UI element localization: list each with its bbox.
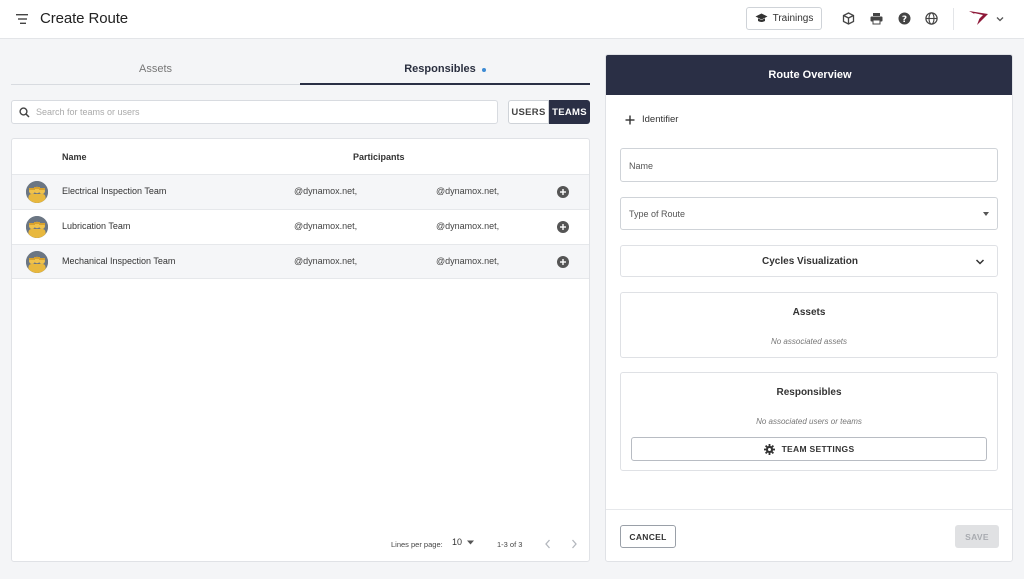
team-name: Electrical Inspection Team — [62, 186, 167, 196]
team-name: Mechanical Inspection Team — [62, 256, 176, 266]
team-settings-label: TEAM SETTINGS — [781, 444, 855, 454]
assets-empty-message: No associated assets — [770, 337, 848, 346]
team-avatar — [26, 251, 48, 273]
caret-down-icon — [467, 537, 475, 547]
lines-per-page-select[interactable]: 10 — [452, 537, 475, 547]
cancel-button[interactable]: CANCEL — [620, 525, 676, 548]
column-header-participants: Participants — [353, 152, 405, 162]
add-team-button[interactable] — [557, 256, 569, 268]
add-identifier-button[interactable]: Identifier — [625, 114, 678, 125]
name-input[interactable] — [629, 159, 989, 173]
svg-text:?: ? — [901, 14, 906, 24]
users-toggle[interactable]: USERS — [508, 100, 549, 124]
divider — [953, 8, 954, 30]
plus-icon — [560, 189, 566, 195]
menu-icon[interactable] — [16, 12, 29, 26]
previous-page-icon[interactable] — [543, 538, 553, 550]
search-input[interactable] — [36, 104, 486, 120]
chevron-down-icon[interactable] — [995, 13, 1005, 23]
pagination-range: 1-3 of 3 — [497, 540, 523, 549]
participant: @dynamox.net, — [294, 256, 358, 266]
route-overview-panel: Route Overview Identifier Type of Route … — [605, 54, 1013, 562]
save-button[interactable]: SAVE — [955, 525, 999, 548]
assets-section: Assets No associated assets — [620, 292, 998, 358]
table-row[interactable]: Lubrication Team @dynamox.net, @dynamox.… — [12, 209, 589, 244]
page-title: Create Route — [40, 10, 129, 27]
divider — [606, 509, 1012, 510]
gear-icon — [763, 443, 775, 455]
responsibles-title: Responsibles — [776, 387, 842, 398]
plus-icon — [560, 224, 566, 230]
add-team-button[interactable] — [557, 186, 569, 198]
participant: @dynamox.net, — [294, 221, 358, 231]
chevron-down-icon — [975, 259, 985, 265]
tab-assets[interactable]: Assets — [11, 55, 300, 85]
responsibles-section: Responsibles No associated users or team… — [620, 372, 998, 471]
help-icon[interactable]: ? — [897, 11, 911, 25]
cycles-visualization-toggle[interactable]: Cycles Visualization — [620, 245, 998, 277]
route-type-select[interactable]: Type of Route — [620, 197, 998, 230]
participant: @dynamox.net, — [436, 186, 500, 196]
search-icon — [19, 107, 30, 118]
cube-icon[interactable] — [841, 11, 855, 25]
name-field-box — [620, 148, 998, 182]
teams-toggle[interactable]: TEAMS — [549, 100, 590, 124]
teams-table: Name Participants Electrical Inspection … — [11, 138, 590, 562]
table-row[interactable]: Electrical Inspection Team @dynamox.net,… — [12, 174, 589, 209]
printer-icon[interactable] — [869, 11, 883, 25]
column-header-name: Name — [62, 152, 87, 162]
team-name: Lubrication Team — [62, 221, 131, 231]
team-settings-button[interactable]: TEAM SETTINGS — [631, 437, 987, 461]
participant: @dynamox.net, — [436, 221, 500, 231]
table-row[interactable]: Mechanical Inspection Team @dynamox.net,… — [12, 244, 589, 279]
participant: @dynamox.net, — [436, 256, 500, 266]
globe-icon[interactable] — [924, 11, 938, 25]
tab-responsibles[interactable]: Responsibles — [300, 55, 590, 85]
responsibles-empty-message: No associated users or teams — [756, 417, 862, 426]
assets-title: Assets — [792, 307, 826, 318]
tab-assets-label: Assets — [138, 63, 172, 75]
participant: @dynamox.net, — [294, 186, 358, 196]
plus-icon — [560, 259, 566, 265]
plus-icon — [625, 115, 635, 124]
next-page-icon[interactable] — [569, 538, 579, 550]
notification-dot — [481, 68, 486, 72]
add-team-button[interactable] — [557, 221, 569, 233]
cycles-visualization-label: Cycles Visualization — [762, 256, 858, 267]
identifier-label: Identifier — [642, 114, 679, 125]
trainings-label: Trainings — [772, 13, 814, 24]
caret-down-icon — [983, 212, 989, 216]
graduation-cap-icon — [755, 13, 768, 24]
team-avatar — [26, 181, 48, 203]
brand-logo[interactable] — [968, 10, 990, 26]
route-overview-header: Route Overview — [606, 55, 1012, 95]
top-bar: Create Route Trainings ? — [0, 0, 1024, 39]
search-box — [11, 100, 498, 124]
team-avatar — [26, 216, 48, 238]
lines-per-page-value: 10 — [452, 537, 463, 547]
trainings-button[interactable]: Trainings — [746, 7, 822, 30]
route-type-label: Type of Route — [629, 209, 686, 219]
lines-per-page-label: Lines per page: — [391, 540, 443, 549]
tab-responsibles-label: Responsibles — [404, 63, 476, 75]
